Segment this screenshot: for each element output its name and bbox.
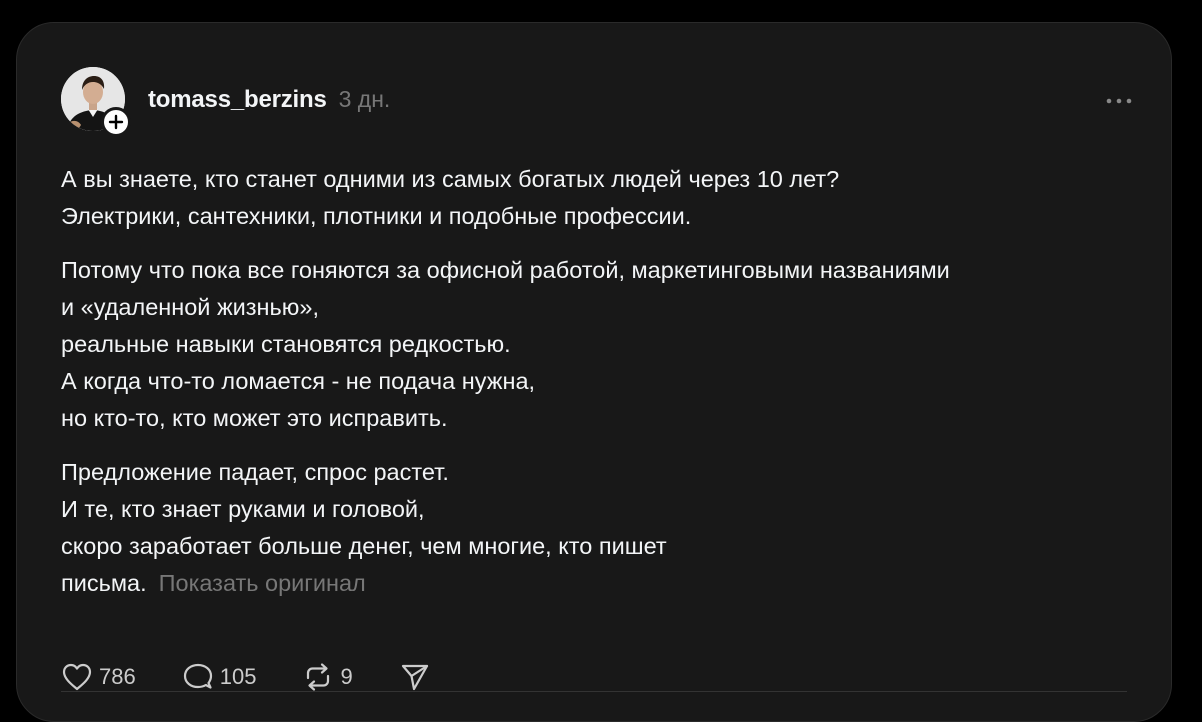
more-options-button[interactable] (1101, 89, 1137, 113)
post-line: скоро заработает больше денег, чем многи… (61, 533, 667, 559)
plus-icon (108, 114, 124, 130)
post-card: tomass_berzins 3 дн. А вы знаете, кто ст… (16, 22, 1172, 722)
follow-button[interactable] (101, 107, 131, 137)
repost-icon (307, 663, 330, 691)
post-line: А вы знаете, кто станет одними из самых … (61, 166, 840, 192)
post-divider (61, 691, 1127, 692)
post-paragraph: Потому что пока все гоняются за офисной … (61, 252, 1141, 437)
post-line: но кто-то, кто может это исправить. (61, 405, 448, 431)
repost-count: 9 (340, 664, 353, 689)
share-button[interactable] (399, 662, 431, 692)
post-line: и «удаленной жизнью», (61, 294, 320, 320)
username-link[interactable]: tomass_berzins (148, 86, 327, 114)
post-line: Электрики, сантехники, плотники и подобн… (61, 203, 692, 229)
post-paragraph: Предложение падает, спрос растет. И те, … (61, 454, 1141, 602)
post-line-text: письма. (61, 570, 147, 596)
post-line: Потому что пока все гоняются за офисной … (61, 257, 950, 283)
send-icon (401, 664, 428, 691)
post-header: tomass_berzins 3 дн. (61, 67, 1141, 137)
post-line: И те, кто знает руками и головой, (61, 496, 425, 522)
like-button[interactable]: 786 (61, 662, 136, 692)
comment-button[interactable]: 105 (182, 662, 257, 692)
post-line-last: письма. Показать оригинал (61, 565, 1141, 602)
show-original-link[interactable]: Показать оригинал (159, 570, 366, 596)
post-line: Предложение падает, спрос растет. (61, 459, 449, 485)
more-horizontal-icon (1106, 98, 1132, 104)
post-paragraph: А вы знаете, кто станет одними из самых … (61, 161, 1141, 235)
author-line: tomass_berzins 3 дн. (148, 86, 390, 116)
post-timestamp[interactable]: 3 дн. (339, 86, 391, 113)
post-line: А когда что-то ломается - не подача нужн… (61, 368, 536, 394)
comment-count: 105 (219, 664, 257, 689)
comment-bubble-icon (183, 663, 212, 689)
post: tomass_berzins 3 дн. А вы знаете, кто ст… (61, 67, 1141, 691)
heart-icon (62, 663, 92, 691)
post-body: А вы знаете, кто станет одними из самых … (61, 161, 1141, 602)
post-line: реальные навыки становятся редкостью. (61, 331, 511, 357)
like-count: 786 (99, 664, 136, 689)
repost-button[interactable]: 9 (302, 662, 353, 692)
